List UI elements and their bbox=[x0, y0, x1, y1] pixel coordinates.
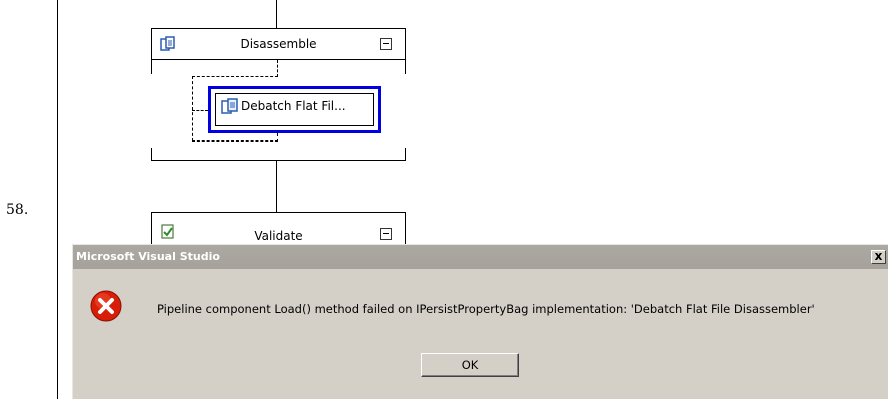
dialog-titlebar[interactable]: Microsoft Visual Studio x bbox=[73, 245, 888, 269]
error-message: Pipeline component Load() method failed … bbox=[157, 302, 815, 316]
stage-bracket-right bbox=[405, 60, 406, 74]
collapse-icon[interactable] bbox=[380, 38, 392, 50]
error-dialog: Microsoft Visual Studio x Pipeline compo… bbox=[72, 244, 888, 399]
dotted-connector bbox=[277, 60, 278, 77]
stage-title: Disassemble bbox=[240, 37, 317, 51]
error-icon bbox=[90, 290, 122, 322]
component-label: Debatch Flat Fil... bbox=[241, 99, 346, 113]
stage-disassemble-header[interactable]: Disassemble bbox=[151, 28, 406, 60]
close-button[interactable]: x bbox=[871, 250, 886, 264]
dialog-title: Microsoft Visual Studio bbox=[76, 250, 220, 263]
stage-bottom-line bbox=[151, 160, 406, 161]
debatch-flat-file-component[interactable]: Debatch Flat Fil... bbox=[215, 93, 374, 126]
dotted-connector-mid bbox=[192, 110, 208, 111]
disassembler-component-icon bbox=[221, 98, 238, 114]
dotted-connector-lower-h bbox=[192, 141, 278, 142]
stage-bracket-left bbox=[151, 60, 152, 74]
collapse-icon[interactable] bbox=[380, 228, 392, 240]
ok-button[interactable]: OK bbox=[421, 353, 519, 377]
connector-line-2 bbox=[276, 161, 277, 212]
connector-line bbox=[276, 0, 277, 28]
stage-title: Validate bbox=[254, 229, 303, 243]
step-number: 58. bbox=[6, 202, 29, 218]
